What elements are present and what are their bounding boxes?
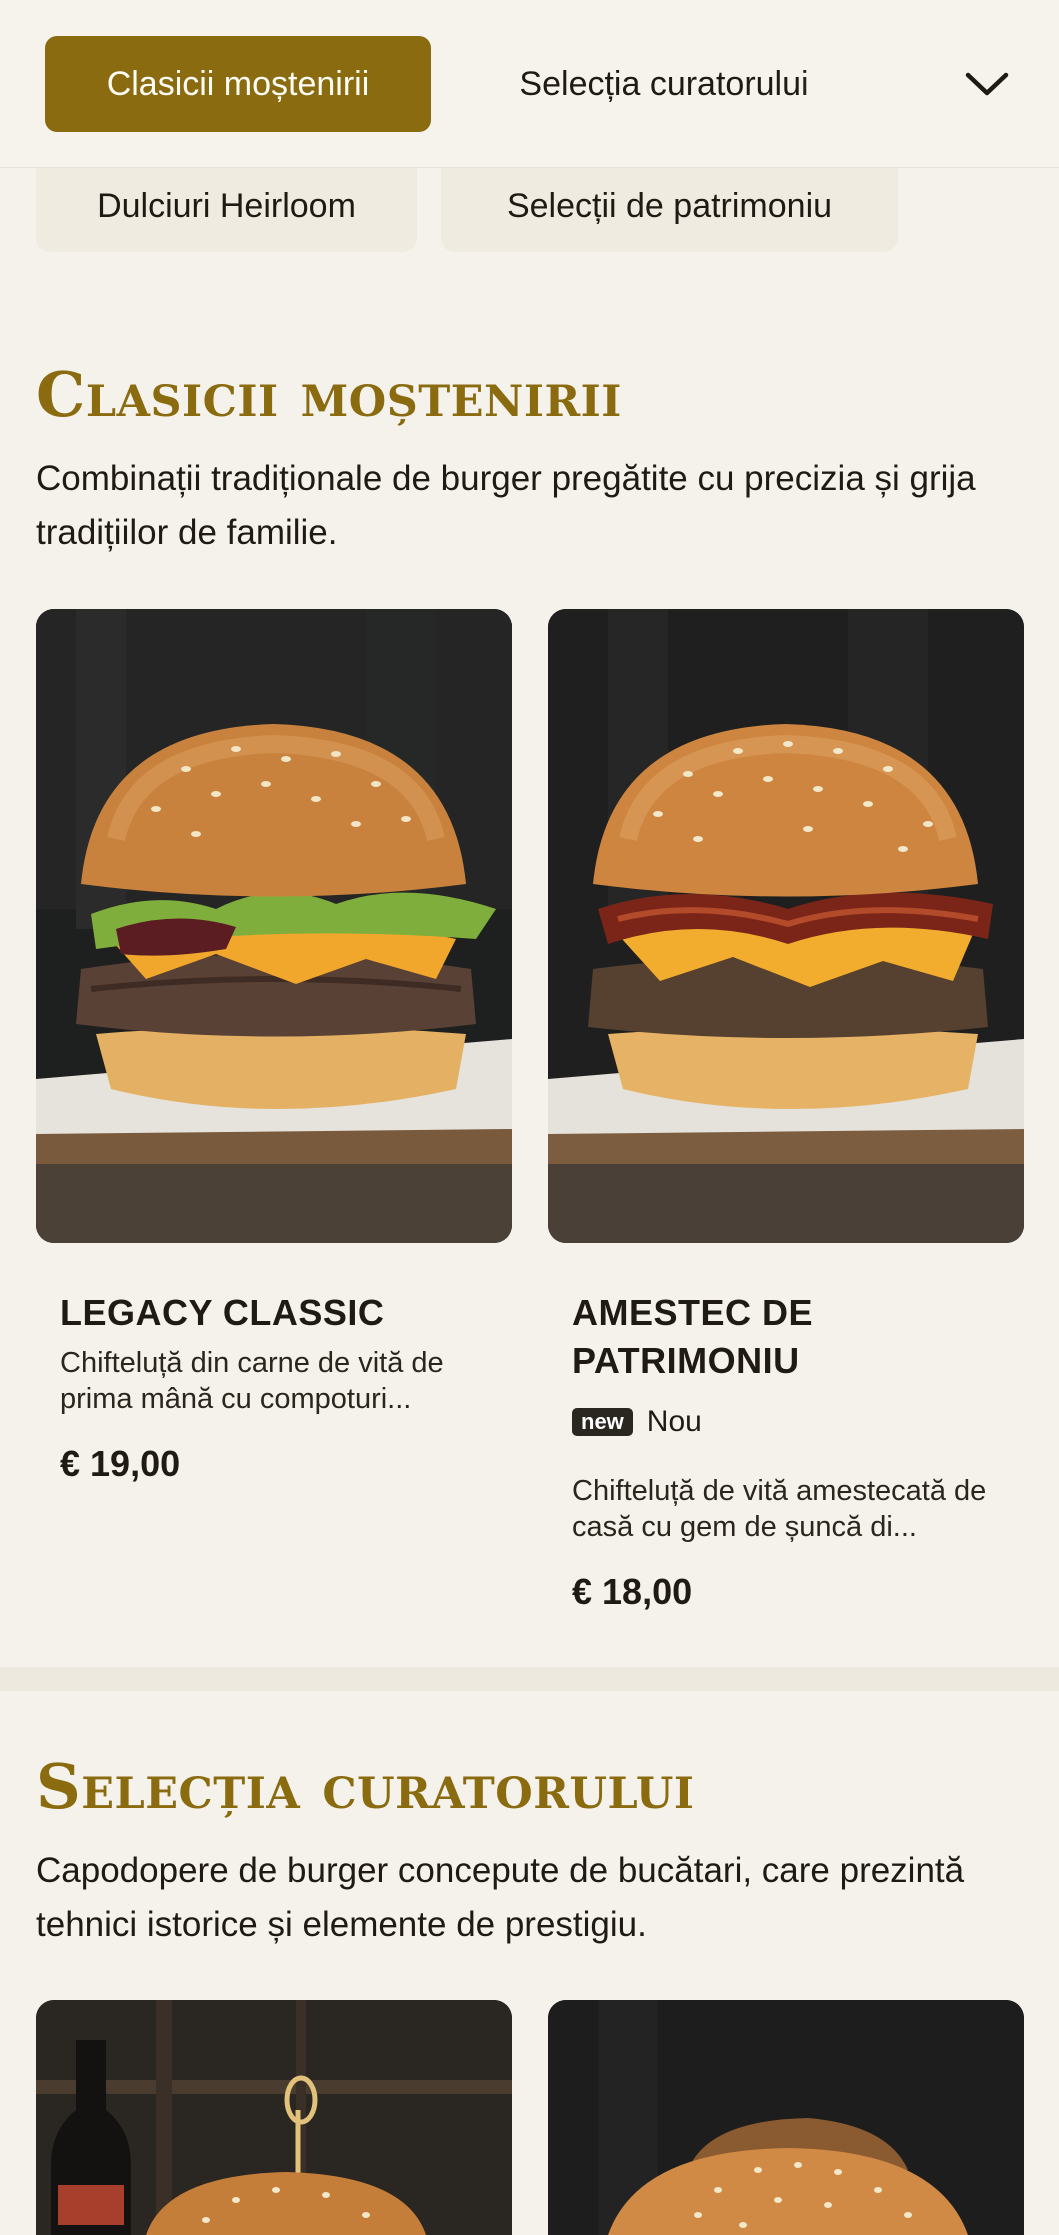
product-card-curator-2[interactable] xyxy=(548,2000,1024,2235)
chevron-down-icon xyxy=(965,72,1009,96)
product-card-amestec-de-patrimoniu[interactable]: AMESTEC DE PATRIMONIU new Nou Chifteluță… xyxy=(548,609,1024,1639)
product-name: LEGACY CLASSIC xyxy=(60,1292,385,1333)
product-price: € 18,00 xyxy=(572,1571,693,1612)
section-title-selectia-curatorului: Selecția curatorului xyxy=(36,1750,695,1823)
product-description: Chifteluță din carne de vită de prima mâ… xyxy=(60,1347,444,1415)
product-image-curator-1 xyxy=(36,2000,512,2235)
product-card-curator-1[interactable] xyxy=(36,2000,512,2235)
section-title-clasicii: Clasicii moștenirii xyxy=(36,358,622,431)
product-name: AMESTEC DE PATRIMONIU xyxy=(572,1292,814,1381)
product-price: € 19,00 xyxy=(60,1443,181,1484)
product-image-curator-2 xyxy=(548,2000,1024,2235)
section-description-selectia-curatorului: Capodopere de burger concepute de bucăta… xyxy=(36,1851,965,1944)
nav-fade xyxy=(800,0,940,166)
product-image-amestec-de-patrimoniu xyxy=(548,609,1024,1243)
new-badge-row: new Nou xyxy=(572,1405,702,1439)
category-nav: Clasicii moștenirii Selecția curatorului xyxy=(0,0,1059,168)
chip-dulciuri-heirloom[interactable]: Dulciuri Heirloom xyxy=(36,160,417,252)
product-description: Chifteluță de vită amestecată de casă cu… xyxy=(572,1475,987,1543)
section-description-clasicii: Combinații tradiționale de burger pregăt… xyxy=(36,459,976,552)
product-image-legacy-classic xyxy=(36,609,512,1243)
new-badge: new xyxy=(572,1408,633,1436)
section-divider xyxy=(0,1667,1059,1691)
new-badge-label: Nou xyxy=(646,1405,702,1438)
expand-categories-button[interactable] xyxy=(940,36,1034,132)
tab-clasicii-mostenirii[interactable]: Clasicii moștenirii xyxy=(45,36,431,132)
product-card-legacy-classic[interactable]: LEGACY CLASSIC Chifteluță din carne de v… xyxy=(36,609,512,1509)
chip-selectii-de-patrimoniu[interactable]: Selecții de patrimoniu xyxy=(441,160,898,252)
